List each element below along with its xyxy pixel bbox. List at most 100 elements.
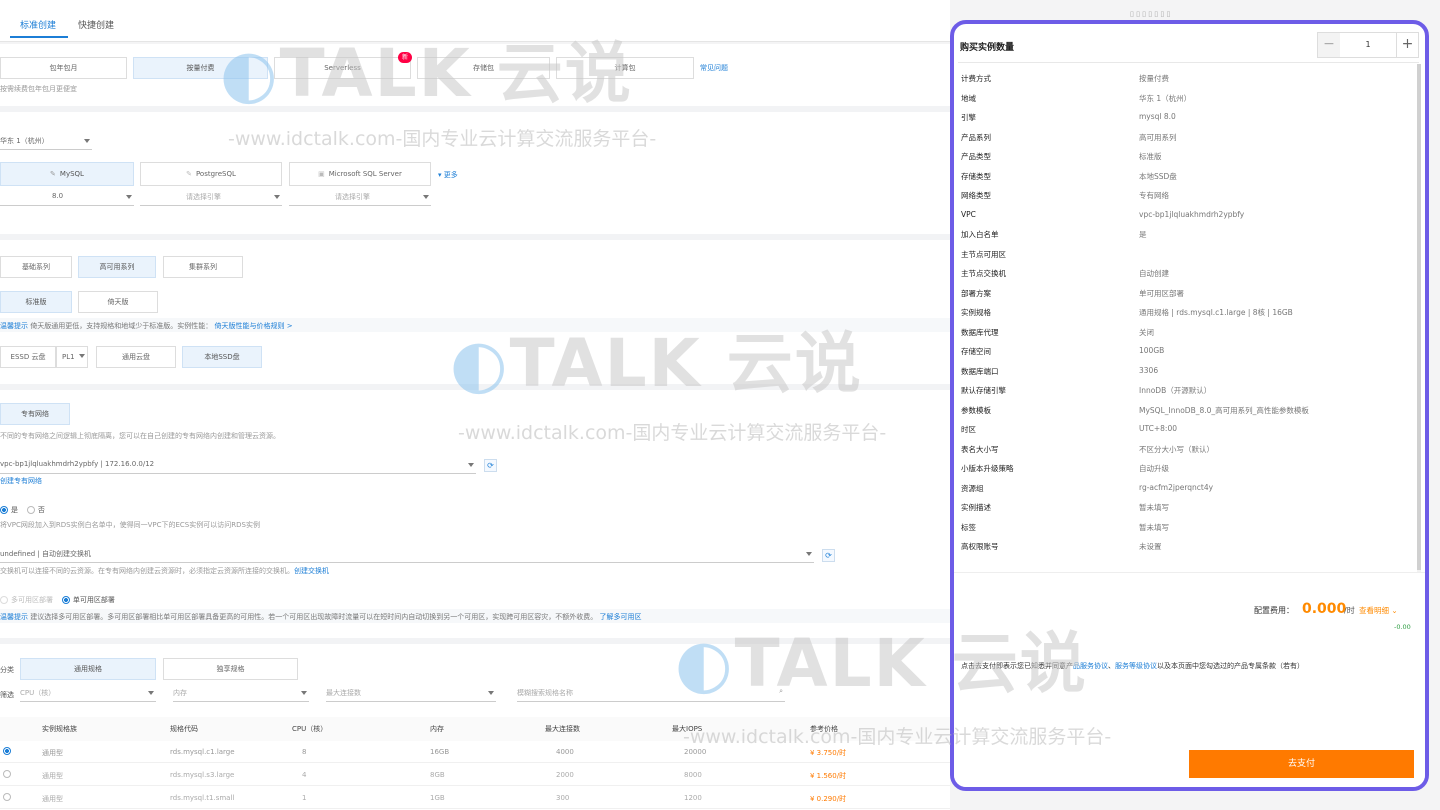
- summary-key: VPC: [961, 209, 976, 219]
- storage-pl-select[interactable]: PL1: [56, 346, 88, 368]
- summary-row: 数据库代理 关闭: [954, 322, 1417, 342]
- quantity-minus-button[interactable]: −: [1318, 33, 1340, 57]
- spec-search-input[interactable]: 模糊搜索规格名称 ⌕: [517, 684, 785, 702]
- engine-sqlserver-label: Microsoft SQL Server: [328, 170, 402, 178]
- network-vpc-button[interactable]: 专有网络: [0, 403, 70, 425]
- col-conn[interactable]: 最大连接数: [545, 724, 580, 734]
- cell-price: ¥ 1.560/时: [810, 772, 847, 780]
- summary-value: 专有网络: [1139, 191, 1169, 200]
- cell-cpu: 4: [302, 771, 307, 779]
- network-section: [0, 384, 950, 634]
- edition-hint-link[interactable]: 倚天版性能与价格规则 >: [214, 322, 292, 330]
- spec-radio[interactable]: [3, 793, 11, 801]
- series-ha-button[interactable]: 高可用系列: [78, 256, 156, 278]
- billing-serverless-button[interactable]: Serverless: [274, 57, 411, 79]
- engine-postgresql-version-select[interactable]: 请选择引擎: [140, 188, 282, 206]
- summary-row: 存储类型 本地SSD盘: [954, 166, 1417, 186]
- service-agreement-link[interactable]: 品服务协议: [1073, 662, 1108, 670]
- summary-value: 暂未填写: [1139, 522, 1169, 532]
- vswitch-select[interactable]: undefined | 自动创建交换机: [0, 545, 814, 563]
- region-value: 华东 1（杭州）: [0, 137, 49, 145]
- deploy-hint-link[interactable]: 了解多可用区: [599, 613, 641, 621]
- pay-button[interactable]: 去支付: [1189, 750, 1414, 778]
- fee-detail-link[interactable]: 查看明细 ⌄: [1359, 605, 1398, 616]
- vpc-select[interactable]: vpc-bp1jlqluakhmdrh2ypbfy | 172.16.0.0/1…: [0, 456, 476, 474]
- summary-list: 计费方式 按量付费 地域 华东 1（杭州） 引擎 mysql 8.0 产品系列 高可用系列 产品…: [954, 64, 1417, 564]
- create-vswitch-link[interactable]: 创建交换机: [294, 567, 329, 575]
- summary-key: 网络类型: [961, 191, 991, 200]
- spec-radio[interactable]: [3, 747, 11, 755]
- col-price[interactable]: 参考价格: [810, 724, 838, 734]
- billing-payg-button[interactable]: 按量付费: [133, 57, 268, 79]
- storage-local-ssd-button[interactable]: 本地SSD盘: [182, 346, 262, 368]
- engine-postgresql-button[interactable]: ✎ PostgreSQL: [140, 162, 282, 186]
- sla-link[interactable]: 服务等级协议: [1115, 662, 1157, 670]
- cell-price: ¥ 3.750/时: [810, 749, 847, 757]
- deploy-options: 多可用区部署 单可用区部署: [0, 595, 115, 605]
- engine-mysql-version-select[interactable]: 8.0: [0, 188, 134, 206]
- summary-row: 参数模板 MySQL_InnoDB_8.0_高可用系列_高性能参数模板: [954, 400, 1417, 420]
- col-family: 实例规格族: [42, 725, 77, 733]
- deploy-multi-radio[interactable]: [0, 596, 8, 604]
- engine-mysql-button[interactable]: ✎ MySQL: [0, 162, 134, 186]
- cell-cpu: 1: [302, 794, 307, 802]
- filter-mem-select[interactable]: 内存: [173, 684, 309, 702]
- whitelist-options: 是 否: [0, 505, 45, 515]
- scrollbar-thumb[interactable]: [1417, 64, 1421, 570]
- engine-sqlserver-button[interactable]: ▣ Microsoft SQL Server: [289, 162, 431, 186]
- storage-general-cloud-button[interactable]: 通用云盘: [96, 346, 176, 368]
- col-cpu[interactable]: CPU（核）: [292, 724, 327, 734]
- summary-key: 数据库代理: [961, 327, 999, 337]
- quantity-input[interactable]: 1: [1340, 33, 1396, 57]
- edition-standard-button[interactable]: 标准版: [0, 291, 72, 313]
- quantity-plus-button[interactable]: +: [1396, 33, 1418, 57]
- vswitch-refresh-icon[interactable]: ⟳: [822, 549, 835, 562]
- vswitch-note-text: 交换机可以连接不同的云资源。在专有网络内创建云资源时，必须指定云资源所连接的交换…: [0, 567, 294, 575]
- engine-sqlserver-version-select[interactable]: 请选择引擎: [289, 188, 431, 206]
- agreement-separator: 、: [1108, 662, 1115, 670]
- edition-yitian-button[interactable]: 倚天版: [78, 291, 158, 313]
- series-basic-button[interactable]: 基础系列: [0, 256, 72, 278]
- quantity-stepper[interactable]: − 1 +: [1317, 32, 1419, 58]
- table-row[interactable]: 通用型 rds.mysql.s3.large 4 8GB 2000 8000 ¥…: [0, 764, 950, 786]
- billing-compute-pack-button[interactable]: 计算包: [556, 57, 694, 79]
- vpc-refresh-icon[interactable]: ⟳: [484, 459, 497, 472]
- tab-quick-create[interactable]: 快捷创建: [78, 18, 114, 31]
- vswitch-value: undefined | 自动创建交换机: [0, 550, 92, 558]
- tab-standard-create[interactable]: 标准创建: [20, 18, 56, 31]
- billing-help-link[interactable]: 常见问题: [700, 63, 728, 73]
- summary-scrollbar[interactable]: [1417, 64, 1421, 574]
- summary-value: 自动升级: [1139, 464, 1169, 473]
- summary-value: vpc-bp1jlqluakhmdrh2ypbfy: [1139, 209, 1245, 219]
- fee-value: 0.000: [1302, 601, 1347, 617]
- storage-essd-button[interactable]: ESSD 云盘: [0, 346, 56, 368]
- summary-value: 本地SSD盘: [1139, 171, 1177, 181]
- summary-row: 默认存储引擎 InnoDB（开源默认）: [954, 380, 1417, 400]
- filter-cpu-select[interactable]: CPU（核）: [20, 684, 156, 702]
- create-vpc-link[interactable]: 创建专有网络: [0, 476, 42, 486]
- spec-general-button[interactable]: 通用规格: [20, 658, 156, 680]
- table-row[interactable]: 通用型 rds.mysql.c1.large 8 16GB 4000 20000…: [0, 741, 950, 763]
- spec-radio[interactable]: [3, 770, 11, 778]
- spec-dedicated-button[interactable]: 独享规格: [163, 658, 298, 680]
- engines-more-link[interactable]: ▾ 更多: [438, 170, 458, 180]
- whitelist-no-radio[interactable]: [26, 506, 35, 514]
- cell-conn: 300: [556, 794, 570, 802]
- region-select[interactable]: 华东 1（杭州）: [0, 132, 92, 150]
- table-row[interactable]: 通用型 rds.mysql.t1.small 1 1GB 300 1200 ¥ …: [0, 787, 950, 809]
- billing-storage-pack-button[interactable]: 存储包: [417, 57, 550, 79]
- active-tab-underline: [10, 36, 68, 38]
- engine-postgresql-label: PostgreSQL: [195, 170, 236, 178]
- col-mem[interactable]: 内存: [430, 724, 444, 734]
- whitelist-yes-radio[interactable]: [0, 506, 8, 514]
- deploy-single-radio[interactable]: [61, 596, 70, 604]
- config-form: 包年包月 按量付费 Serverless 新 存储包 计算包 常见问题 按需续费…: [0, 44, 950, 810]
- summary-key: 资源组: [961, 483, 984, 493]
- filter-conn-select[interactable]: 最大连接数: [326, 684, 496, 702]
- col-iops[interactable]: 最大IOPS: [672, 724, 702, 734]
- summary-row: 实例规格 通用规格 | rds.mysql.c1.large | 8核 | 16G…: [954, 302, 1417, 322]
- top-right-links[interactable]: ▯ ▯ ▯ ▯ ▯ ▯ ▯: [1130, 10, 1170, 18]
- billing-subscription-button[interactable]: 包年包月: [0, 57, 127, 79]
- series-cluster-button[interactable]: 集群系列: [163, 256, 243, 278]
- chevron-down-icon: [301, 691, 307, 695]
